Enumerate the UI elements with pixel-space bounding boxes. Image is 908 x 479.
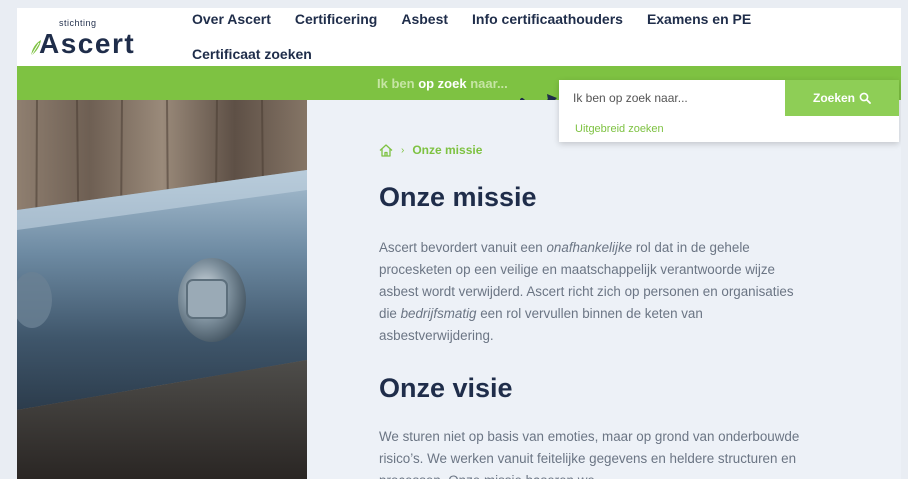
breadcrumb-separator: › <box>401 144 405 156</box>
nav-asbest[interactable]: Asbest <box>401 11 448 27</box>
nav-over-ascert[interactable]: Over Ascert <box>192 11 271 27</box>
logo-wordmark: Ascert <box>39 28 136 59</box>
vision-paragraph: We sturen niet op basis van emoties, maa… <box>379 429 800 479</box>
nav-info-certificaathouders[interactable]: Info certificaathouders <box>472 11 623 27</box>
site-logo[interactable]: stichting Ascert <box>27 16 157 60</box>
vision-title: Onze visie <box>379 373 513 403</box>
mission-emphasis-2: bedrijfsmatig <box>400 306 477 321</box>
search-prompt: Ik ben op zoek naar... <box>377 76 508 91</box>
search-dropdown: Zoeken Uitgebreid zoeken <box>559 80 899 142</box>
home-icon[interactable] <box>379 143 393 157</box>
mission-emphasis-1: onafhankelijke <box>546 240 633 255</box>
breadcrumb: › Onze missie <box>379 143 482 157</box>
nav-certificaat-zoeken[interactable]: Certificaat zoeken <box>192 46 312 62</box>
nav-certificering[interactable]: Certificering <box>295 11 377 27</box>
site-header: stichting Ascert Over Ascert Certificeri… <box>17 8 901 66</box>
search-icon <box>859 92 871 104</box>
prompt-suffix: naar... <box>466 76 508 91</box>
search-button-label: Zoeken <box>812 91 855 105</box>
main-content: › Onze missie Onze missie Ascert bevorde… <box>307 100 901 479</box>
advanced-search-link[interactable]: Uitgebreid zoeken <box>575 123 664 135</box>
hero-photo <box>17 100 307 479</box>
search-button[interactable]: Zoeken <box>785 80 899 116</box>
page-title: Onze missie <box>379 182 537 212</box>
search-input[interactable] <box>559 80 785 116</box>
nav-row-1: Over Ascert Certificering Asbest Info ce… <box>192 8 892 30</box>
nav-row-2: Certificaat zoeken <box>192 43 892 65</box>
nav-examens-en-pe[interactable]: Examens en PE <box>647 11 751 27</box>
logo-subtitle: stichting <box>59 18 97 28</box>
breadcrumb-current: Onze missie <box>412 143 483 157</box>
prompt-prefix: Ik ben <box>377 76 419 91</box>
hero-image <box>17 100 307 479</box>
mission-paragraph: Ascert bevordert vanuit een onafhankelij… <box>379 237 809 347</box>
mission-text-a: Ascert bevordert vanuit een <box>379 240 547 255</box>
page-frame: stichting Ascert Over Ascert Certificeri… <box>17 8 901 479</box>
main-nav: Over Ascert Certificering Asbest Info ce… <box>192 8 892 65</box>
prompt-bold: op zoek <box>418 76 467 91</box>
